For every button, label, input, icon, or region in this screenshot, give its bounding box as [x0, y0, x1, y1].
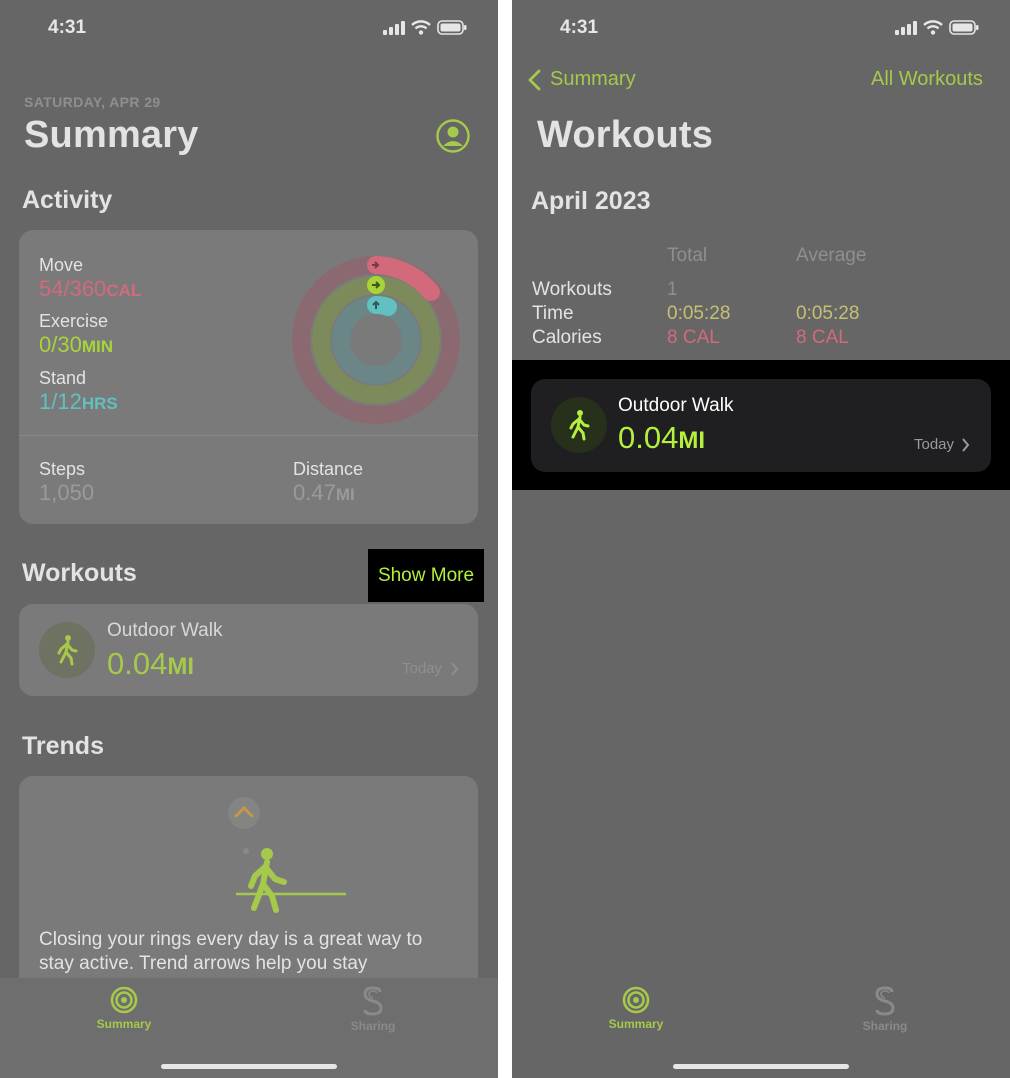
status-icons	[383, 20, 467, 35]
activity-title: Activity	[22, 186, 113, 214]
activity-card[interactable]: Move 54/360CAL Exercise 0/30MIN Stand 1/…	[19, 230, 478, 524]
home-indicator	[161, 1064, 337, 1069]
tab-summary-label: Summary	[608, 1017, 664, 1031]
profile-icon[interactable]	[436, 119, 470, 153]
workout-distance: 0.04MI	[618, 420, 706, 455]
workout-name: Outdoor Walk	[618, 395, 734, 416]
move-label: Move	[39, 255, 84, 275]
stat-total-calories: 8 CAL	[667, 327, 720, 348]
sharing-icon	[875, 986, 895, 1016]
steps-value: 1,050	[39, 480, 95, 505]
workouts-screen: 4:31 Summary All Workouts Workouts April…	[512, 0, 1010, 1078]
stat-label-workouts: Workouts	[532, 279, 612, 300]
tab-summary[interactable]: Summary	[64, 986, 184, 1031]
activity-rings-icon	[110, 986, 138, 1014]
stand-value: 1/12HRS	[39, 389, 118, 414]
col-average: Average	[796, 245, 867, 266]
show-more-button[interactable]: Show More	[368, 549, 484, 602]
walking-figure-icon	[236, 848, 346, 913]
stat-label-time: Time	[532, 303, 574, 324]
month-title: April 2023	[531, 187, 651, 215]
exercise-label: Exercise	[39, 311, 109, 331]
divider	[19, 435, 478, 436]
page-title: Summary	[24, 114, 199, 156]
status-icons	[895, 20, 979, 35]
chevron-left-icon	[528, 69, 541, 90]
exercise-value: 0/30MIN	[39, 332, 113, 357]
back-label: Summary	[550, 68, 636, 90]
tab-bar: Summary Sharing	[0, 978, 498, 1078]
home-indicator	[673, 1064, 849, 1069]
sharing-icon	[363, 986, 383, 1016]
chevron-right-icon	[451, 662, 459, 676]
stat-label-calories: Calories	[532, 327, 602, 348]
status-time: 4:31	[560, 17, 599, 38]
workout-date: Today	[914, 436, 955, 453]
highlight-band: Outdoor Walk 0.04MI Today	[512, 360, 1010, 490]
steps-label: Steps	[39, 459, 86, 479]
distance-label: Distance	[293, 459, 364, 479]
wifi-icon	[411, 20, 431, 35]
wifi-icon	[923, 20, 943, 35]
walking-icon-badge	[39, 622, 95, 678]
chevron-up-icon	[234, 806, 254, 818]
page-title: Workouts	[537, 114, 714, 156]
chevron-right-icon	[962, 438, 970, 452]
status-time: 4:31	[48, 17, 87, 38]
workout-distance: 0.04MI	[107, 646, 195, 681]
workout-row[interactable]: Outdoor Walk 0.04MI Today	[531, 379, 991, 472]
signal-icon	[895, 20, 917, 35]
workout-card[interactable]: Outdoor Walk 0.04MI Today	[19, 604, 478, 696]
trend-arrow-badge	[228, 797, 260, 829]
trends-description: Closing your rings every day is a great …	[39, 929, 423, 974]
workout-name: Outdoor Walk	[107, 620, 223, 641]
tab-sharing[interactable]: Sharing	[825, 986, 945, 1033]
distance-value: 0.47MI	[293, 480, 355, 505]
trends-title: Trends	[22, 732, 104, 760]
stat-average-calories: 8 CAL	[796, 327, 849, 348]
walking-icon	[57, 635, 78, 666]
stand-label: Stand	[39, 368, 87, 388]
activity-rings-icon	[622, 986, 650, 1014]
back-button[interactable]: Summary	[528, 68, 636, 91]
date-label: SATURDAY, APR 29	[24, 94, 161, 110]
battery-icon	[949, 20, 979, 35]
tab-sharing[interactable]: Sharing	[313, 986, 433, 1033]
walking-icon	[569, 410, 590, 441]
tab-summary[interactable]: Summary	[576, 986, 696, 1031]
tab-bar: Summary Sharing	[512, 978, 1010, 1078]
activity-rings-icon	[292, 256, 460, 424]
stat-average-time: 0:05:28	[796, 303, 860, 324]
stat-total-time: 0:05:28	[667, 303, 731, 324]
tab-sharing-label: Sharing	[350, 1019, 396, 1033]
walking-icon-badge	[551, 397, 607, 453]
col-total: Total	[667, 245, 708, 266]
tab-summary-label: Summary	[96, 1017, 152, 1031]
stat-total-workouts: 1	[667, 279, 678, 300]
battery-icon	[437, 20, 467, 35]
workouts-title: Workouts	[22, 559, 137, 587]
move-value: 54/360CAL	[39, 276, 142, 301]
tab-sharing-label: Sharing	[862, 1019, 908, 1033]
workout-date: Today	[402, 660, 443, 677]
signal-icon	[383, 20, 405, 35]
all-workouts-button[interactable]: All Workouts	[871, 68, 983, 91]
summary-screen: 4:31 SATURDAY, APR 29 Summary Activity M…	[0, 0, 498, 1078]
